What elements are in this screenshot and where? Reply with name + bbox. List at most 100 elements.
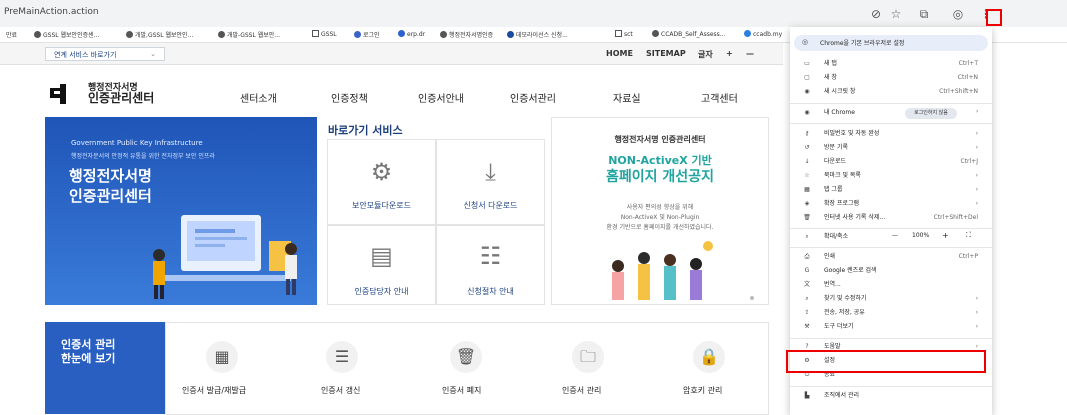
new-window-icon: ▢ xyxy=(804,74,810,81)
highlight-box-menu-button xyxy=(986,9,1002,26)
hero-title-line1: 행정전자서명 xyxy=(69,167,152,185)
menu-tab-groups[interactable]: ▦ 탭 그룹 › xyxy=(790,183,992,197)
menu-bookmarks[interactable]: ☆ 북마크 및 목록 › xyxy=(790,169,992,183)
tracking-icon[interactable]: ⊘ xyxy=(868,6,884,22)
menu-managed-by-org[interactable]: ▙ 조직에서 관리 xyxy=(790,389,992,403)
bookmark-item[interactable]: sct xyxy=(615,30,633,38)
menu-incognito[interactable]: ◉ 새 시크릿 창 Ctrl+Shift+N xyxy=(790,85,992,99)
bookmark-item[interactable]: ccadb.my xyxy=(744,30,782,38)
quick-service-title: 바로가기 서비스 xyxy=(328,124,403,137)
nav-archive[interactable]: 자료실 xyxy=(613,90,641,105)
cert-revoke-label[interactable]: 인증서 폐지 xyxy=(442,385,481,396)
bookmark-item[interactable]: 행정전자서명인증 xyxy=(440,30,493,39)
menu-google-lens[interactable]: G Google 렌즈로 검색 xyxy=(790,264,992,278)
zoom-icon: ⌕ xyxy=(805,233,809,240)
zoom-level: 100% xyxy=(912,232,930,239)
bookmark-item[interactable]: 개발,GSSL 웹보안인... xyxy=(126,30,193,39)
hero-illustration xyxy=(153,215,297,299)
menu-clear-data[interactable]: 🗑 인터넷 사용 기록 삭제... Ctrl+Shift+Del xyxy=(790,211,992,225)
bookmark-item[interactable]: 로그인 xyxy=(354,30,380,39)
carousel-dot[interactable] xyxy=(750,296,754,300)
menu-cast-save-share[interactable]: ⇪ 전송, 저장, 공유 › xyxy=(790,306,992,320)
service-select[interactable]: 연계 서비스 바로가기 ⌄ xyxy=(45,47,165,61)
lens-icon: G xyxy=(804,267,810,274)
zoom-out-button[interactable]: — xyxy=(892,232,898,239)
bookmark-item[interactable]: 개발-GSSL 웹보안... xyxy=(218,30,280,39)
zoom-in-button[interactable]: + xyxy=(942,231,949,240)
bookmark-item[interactable]: 만료 xyxy=(6,30,17,39)
font-decrease-button[interactable]: — xyxy=(746,49,754,58)
notice-panel[interactable]: 행정전자서명 인증관리센터 NON-ActiveX 기반 홈페이지 개선공지 사… xyxy=(551,117,769,305)
cert-issue-label[interactable]: 인증서 발급/재발급 xyxy=(182,385,246,396)
menu-divider xyxy=(790,228,992,229)
menu-more-tools[interactable]: ⚒ 도구 더보기 › xyxy=(790,320,992,334)
menu-zoom: ⌕ 확대/축소 xyxy=(790,230,992,244)
bookmark-item[interactable]: GSSL xyxy=(312,30,337,38)
notice-line2: 홈페이지 개선공지 xyxy=(606,169,714,185)
quick-procedure-guide[interactable]: ☷ 신청절차 안내 xyxy=(436,225,545,305)
trash-icon[interactable]: 🗑 xyxy=(450,341,482,373)
logo-line2: 인증관리센터 xyxy=(88,91,155,105)
chevron-right-icon: › xyxy=(976,108,979,115)
tab-groups-icon: ▦ xyxy=(804,186,810,193)
bookmark-item[interactable]: GSSL 웹보안인증센... xyxy=(34,30,99,39)
download-icon: ↓ xyxy=(804,158,810,165)
nav-cert-guide[interactable]: 인증서안내 xyxy=(418,90,464,105)
bookmark-item[interactable]: erp.dr xyxy=(398,30,425,38)
fullscreen-icon[interactable]: ⛶ xyxy=(966,231,971,240)
key-manage-label[interactable]: 암호키 관리 xyxy=(683,385,722,396)
menu-new-window[interactable]: ▢ 새 창 Ctrl+N xyxy=(790,71,992,85)
site-logo-icon[interactable] xyxy=(50,84,72,104)
sitemap-link[interactable]: SITEMAP xyxy=(646,49,686,58)
building-icon: ▙ xyxy=(804,392,810,399)
id-card-icon: ▤ xyxy=(370,242,393,270)
url-text[interactable]: PreMainAction.action xyxy=(4,7,99,17)
menu-my-chrome[interactable]: ◉ 내 Chrome xyxy=(790,106,992,120)
cert-renew-icon[interactable]: ☰ xyxy=(326,341,358,373)
cert-issue-icon[interactable]: ▦ xyxy=(206,341,238,373)
cert-quick-bar: ▦ 인증서 발급/재발급 ☰ 인증서 갱신 🗑 인증서 폐지 🗀 인증서 관리 … xyxy=(165,322,769,415)
chevron-down-icon: ⌄ xyxy=(150,50,156,58)
default-browser-label: Chrome을 기본 브라우저로 설정 xyxy=(820,40,905,47)
menu-print[interactable]: ⎙ 인쇄 Ctrl+P xyxy=(790,250,992,264)
cert-manage-label[interactable]: 인증서 관리 xyxy=(562,385,601,396)
quick-form-download[interactable]: ⤓ 신청서 다운로드 xyxy=(436,139,545,225)
notice-desc2: Non-ActiveX 및 Non-Plugin xyxy=(620,214,700,221)
cert-renew-label[interactable]: 인증서 갱신 xyxy=(321,385,360,396)
account-icon: ◉ xyxy=(804,109,810,116)
bookmark-star-icon[interactable]: ☆ xyxy=(888,6,904,22)
profile-icon[interactable]: ◎ xyxy=(950,6,966,22)
nav-center-intro[interactable]: 센터소개 xyxy=(240,90,277,105)
home-link[interactable]: HOME xyxy=(606,49,633,58)
nav-policy[interactable]: 인증정책 xyxy=(331,90,368,105)
menu-divider xyxy=(790,247,992,248)
folder-icon[interactable]: 🗀 xyxy=(572,341,604,373)
menu-downloads[interactable]: ↓ 다운로드 Ctrl+J xyxy=(790,155,992,169)
cert-overview-panel: 인증서 관리 한눈에 보기 xyxy=(45,322,165,414)
menu-passwords[interactable]: ⚷ 비밀번호 및 자동 완성 › xyxy=(790,127,992,141)
quick-manager-guide[interactable]: ▤ 인증담당자 안내 xyxy=(327,225,436,305)
menu-extensions[interactable]: ◈ 확장 프로그램 › xyxy=(790,197,992,211)
quick-security-module[interactable]: ⚙ 보안모듈다운로드 xyxy=(327,139,436,225)
tools-icon: ⚒ xyxy=(804,323,810,330)
extensions-icon[interactable]: ⧉ xyxy=(916,6,932,22)
bookmark-item[interactable]: 데모라이선스 신청... xyxy=(507,30,568,39)
menu-new-tab[interactable]: ▭ 새 탭 Ctrl+T xyxy=(790,57,992,71)
extension-icon: ◈ xyxy=(804,200,810,207)
notice-desc1: 사용자 편의성 향상을 위해 xyxy=(626,204,694,211)
cert-overview-title2: 한눈에 보기 xyxy=(61,352,116,365)
key-icon: ⚷ xyxy=(804,130,810,137)
menu-translate[interactable]: 文 번역... xyxy=(790,278,992,292)
lock-icon[interactable]: 🔒 xyxy=(693,341,725,373)
font-increase-button[interactable]: + xyxy=(726,49,733,58)
menu-divider xyxy=(790,386,992,387)
menu-history[interactable]: ↺ 방문 기록 › xyxy=(790,141,992,155)
bookmark-item[interactable]: CCADB_Self_Assess... xyxy=(652,30,726,38)
menu-divider xyxy=(790,103,992,104)
menu-find-edit[interactable]: ⌕ 찾기 및 수정하기 › xyxy=(790,292,992,306)
share-icon: ⇪ xyxy=(804,309,810,316)
sign-in-status-button[interactable]: 로그인하지 않음 xyxy=(905,108,957,119)
menu-divider xyxy=(790,123,992,124)
nav-cert-manage[interactable]: 인증서관리 xyxy=(510,90,556,105)
nav-support[interactable]: 고객센터 xyxy=(701,90,738,105)
